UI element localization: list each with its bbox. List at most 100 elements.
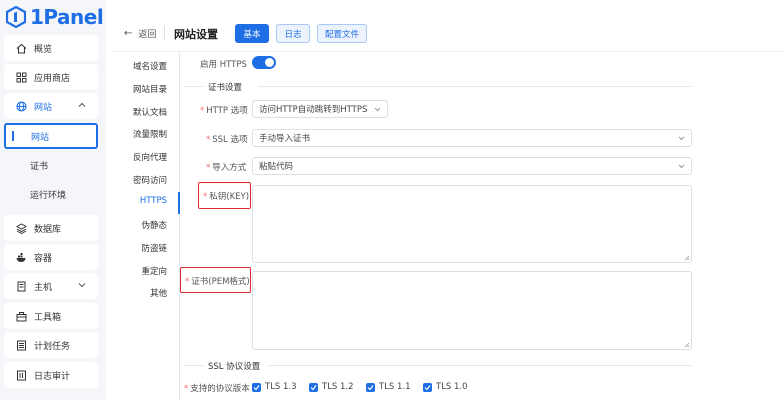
private-key-label: * 私钥(KEY)	[203, 190, 249, 202]
subnav-traffic-limit[interactable]: 流量限制	[133, 128, 167, 140]
docker-icon	[16, 252, 27, 263]
subnav-hotlink[interactable]: 防盗链	[141, 242, 167, 254]
sidebar-item-label: 主机	[34, 282, 53, 293]
ssl-option-value: 手动导入证书	[259, 134, 311, 144]
logo-icon	[6, 6, 26, 28]
certificate-label: * 证书(PEM格式)	[185, 275, 250, 287]
switch-knob	[265, 58, 274, 67]
sidebar-item-app-store[interactable]: 应用商店	[4, 64, 98, 90]
protocol-label: TLS 1.1	[379, 382, 411, 392]
sidebar-item-label: 概览	[34, 44, 53, 55]
resize-grip-icon[interactable]	[684, 342, 690, 348]
sidebar-item-label: 数据库	[34, 224, 62, 235]
tab-config-file[interactable]: 配置文件	[317, 24, 367, 43]
subnav-default-doc[interactable]: 默认文档	[133, 106, 167, 118]
toolbox-icon	[16, 311, 27, 322]
grid-icon	[16, 72, 27, 83]
protocol-checkbox-tls10[interactable]: TLS 1.0	[423, 382, 468, 392]
sidebar-subitem-label: 运行环境	[30, 190, 67, 201]
cron-icon	[16, 340, 27, 351]
sidebar: 1Panel 概览 应用商店 网站 网站 证书 运行环境 数据库 容器 主机 工…	[0, 0, 106, 400]
required-mark: *	[206, 135, 211, 145]
sidebar-item-container[interactable]: 容器	[4, 244, 98, 270]
import-method-select[interactable]: 粘贴代码	[252, 157, 692, 175]
subnav-reverse-proxy[interactable]: 反向代理	[133, 151, 167, 163]
protocol-checkbox-tls13[interactable]: TLS 1.3	[252, 382, 297, 392]
subnav-password-access[interactable]: 密码访问	[133, 174, 167, 186]
tab-basic[interactable]: 基本	[235, 24, 269, 43]
checkbox-checked-icon	[366, 382, 375, 392]
protocol-label: TLS 1.2	[322, 382, 354, 392]
checkbox-checked-icon	[423, 382, 432, 392]
subnav-redirect[interactable]: 重定向	[141, 265, 167, 277]
import-method-value: 粘贴代码	[259, 162, 294, 172]
checkbox-checked-icon	[309, 382, 318, 392]
certificate-label-text: 证书(PEM格式)	[191, 277, 250, 287]
protocol-checkbox-tls11[interactable]: TLS 1.1	[366, 382, 411, 392]
logo-text: 1Panel	[30, 5, 104, 29]
enable-https-label: 启用 HTTPS	[200, 60, 247, 70]
database-icon	[16, 222, 27, 234]
chevron-down-icon	[374, 107, 381, 112]
supported-protocols-label-text: 支持的协议版本	[190, 384, 250, 394]
home-icon	[16, 43, 27, 54]
import-method-label: * 导入方式	[206, 161, 246, 173]
cert-section-title: 证书设置	[208, 83, 243, 93]
back-button[interactable]: ← 返回	[124, 27, 156, 40]
private-key-label-text: 私钥(KEY)	[209, 192, 250, 202]
ssl-protocol-section-title: SSL 协议设置	[208, 362, 261, 372]
sidebar-item-toolbox[interactable]: 工具箱	[4, 303, 98, 329]
chevron-down-icon	[678, 164, 685, 169]
resize-grip-icon[interactable]	[684, 255, 690, 261]
sidebar-item-label: 网站	[34, 102, 53, 113]
subnav-rewrite[interactable]: 伪静态	[141, 219, 167, 231]
sidebar-item-cron[interactable]: 计划任务	[4, 332, 98, 358]
subnav-https[interactable]: HTTPS	[140, 196, 167, 206]
sidebar-item-website[interactable]: 网站	[4, 93, 98, 119]
checkbox-checked-icon	[252, 382, 261, 392]
import-method-label-text: 导入方式	[212, 163, 247, 173]
sidebar-item-host[interactable]: 主机	[4, 273, 98, 299]
sidebar-subitem-certificate[interactable]: 证书	[4, 152, 98, 178]
subnav-site-dir[interactable]: 网站目录	[133, 83, 167, 95]
chevron-up-icon	[78, 102, 86, 107]
subnav-other[interactable]: 其他	[150, 287, 167, 299]
subnav-domain[interactable]: 域名设置	[133, 60, 167, 72]
back-label: 返回	[138, 30, 157, 40]
app-logo[interactable]: 1Panel	[6, 5, 104, 29]
protocol-label: TLS 1.0	[436, 382, 468, 392]
supported-protocols-label: * 支持的协议版本	[184, 382, 250, 394]
tab-log[interactable]: 日志	[276, 24, 310, 43]
main-content: ← 返回 网站设置 基本 日志 配置文件 域名设置 网站目录 默认文档 流量限制…	[114, 14, 782, 400]
section-divider	[268, 365, 692, 366]
required-mark: *	[184, 384, 189, 394]
active-indicator	[12, 131, 14, 141]
http-option-select[interactable]: 访问HTTP自动跳转到HTTPS	[252, 100, 388, 118]
enable-https-switch[interactable]	[252, 56, 276, 69]
page-header: ← 返回 网站设置 基本 日志 配置文件	[114, 14, 782, 52]
globe-icon	[16, 100, 27, 112]
divider	[164, 26, 165, 40]
sidebar-subitem-website[interactable]: 网站	[4, 123, 98, 149]
sidebar-subitem-label: 网站	[31, 132, 50, 143]
required-mark: *	[203, 192, 208, 202]
ssl-option-select[interactable]: 手动导入证书	[252, 129, 692, 147]
sidebar-subitem-runtime[interactable]: 运行环境	[4, 181, 98, 207]
sidebar-item-label: 日志审计	[34, 371, 71, 382]
private-key-textarea[interactable]	[252, 185, 692, 263]
log-icon	[16, 370, 27, 381]
section-divider	[184, 365, 204, 366]
page-title: 网站设置	[174, 28, 218, 41]
protocol-checkbox-tls12[interactable]: TLS 1.2	[309, 382, 354, 392]
sidebar-item-database[interactable]: 数据库	[4, 215, 98, 241]
sidebar-item-overview[interactable]: 概览	[4, 35, 98, 61]
sidebar-item-label: 容器	[34, 253, 53, 264]
http-option-value: 访问HTTP自动跳转到HTTPS	[259, 105, 368, 115]
sidebar-item-log-audit[interactable]: 日志审计	[4, 362, 98, 388]
sidebar-item-label: 应用商店	[34, 73, 71, 84]
chevron-down-icon	[678, 136, 685, 141]
required-mark: *	[206, 163, 211, 173]
required-mark: *	[185, 277, 190, 287]
section-divider	[184, 86, 204, 87]
certificate-textarea[interactable]	[252, 271, 692, 350]
